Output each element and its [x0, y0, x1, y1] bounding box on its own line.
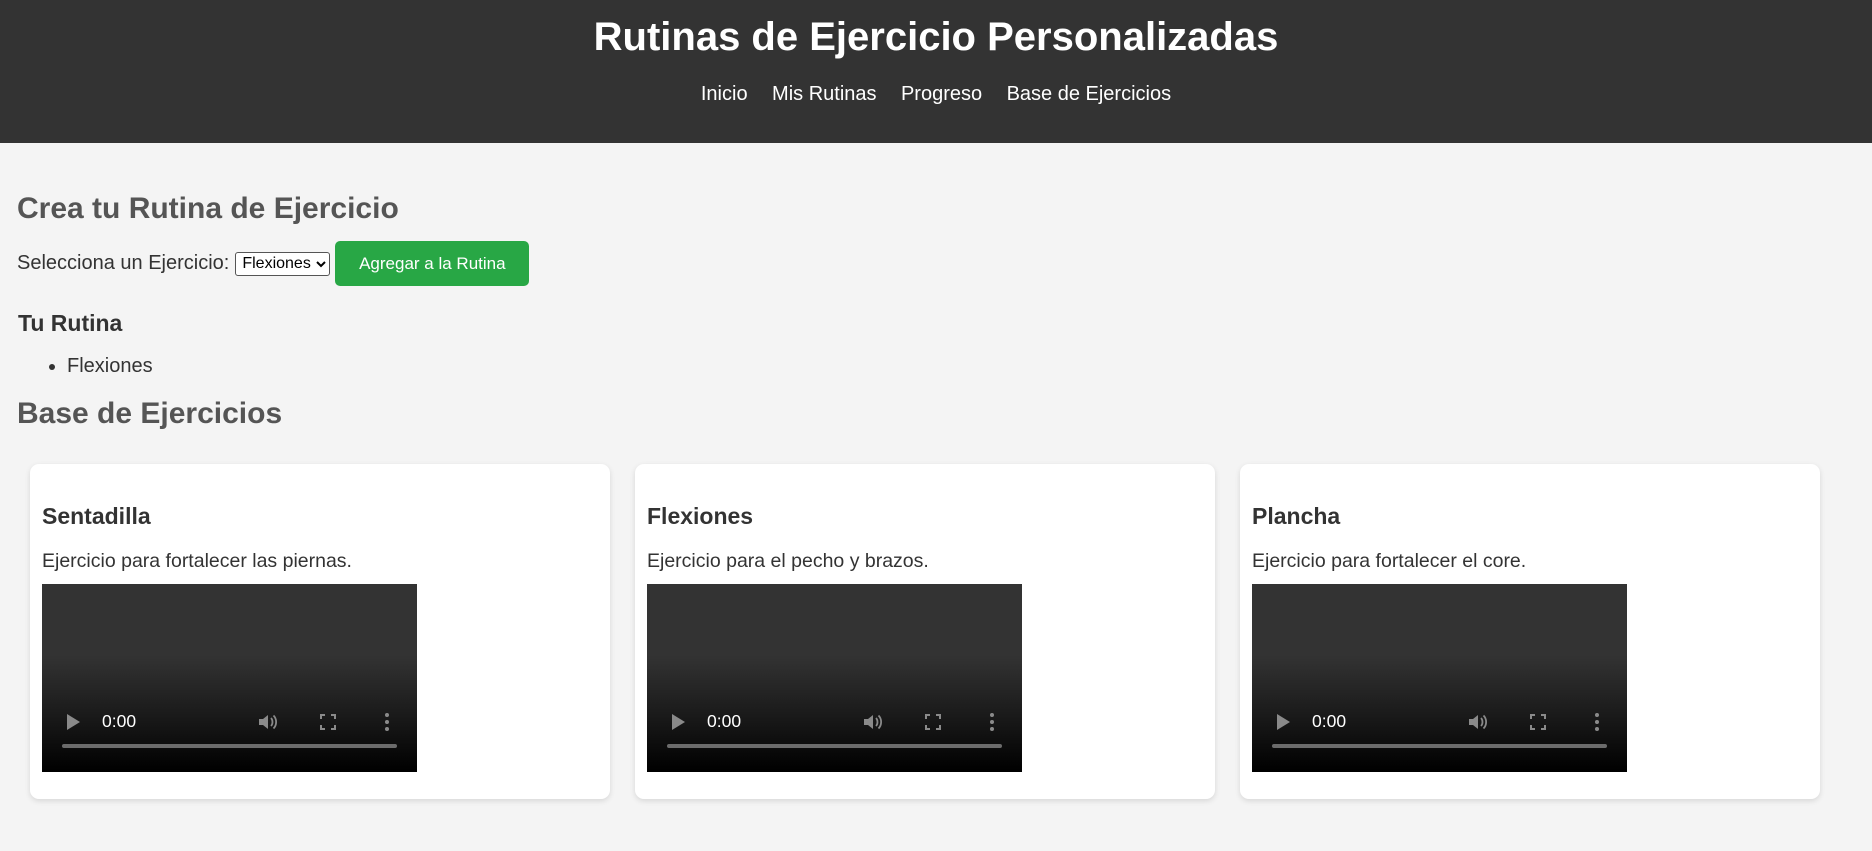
fullscreen-icon[interactable]: [1530, 714, 1546, 730]
exercise-card-title: Plancha: [1252, 503, 1341, 529]
routine-title: Tu Rutina: [18, 310, 123, 336]
fullscreen-icon[interactable]: [320, 714, 336, 730]
video-controls: 0:00: [1252, 710, 1627, 734]
more-options-icon[interactable]: [384, 712, 390, 732]
volume-icon[interactable]: [257, 712, 279, 732]
nav-link-base-de-ejercicios[interactable]: Base de Ejercicios: [1007, 83, 1172, 105]
exercise-database-title: Base de Ejercicios: [17, 397, 283, 430]
nav-link-inicio[interactable]: Inicio: [701, 83, 748, 105]
routine-list-item: Flexiones: [67, 352, 1855, 380]
play-icon[interactable]: [1277, 714, 1290, 730]
play-icon[interactable]: [672, 714, 685, 730]
page-title: Rutinas de Ejercicio Personalizadas: [593, 15, 1279, 59]
exercise-card-description: Ejercicio para fortalecer el core.: [1252, 550, 1527, 572]
video-progress-bar[interactable]: [62, 744, 397, 748]
more-options-icon[interactable]: [1594, 712, 1600, 732]
exercise-video[interactable]: 0:00: [42, 584, 417, 772]
exercise-card-sentadilla: Sentadilla Ejercicio para fortalecer las…: [30, 464, 610, 799]
video-time: 0:00: [1312, 711, 1347, 731]
exercise-video[interactable]: 0:00: [647, 584, 1022, 772]
exercise-card-plancha: Plancha Ejercicio para fortalecer el cor…: [1240, 464, 1820, 799]
exercise-card-title: Sentadilla: [42, 503, 151, 529]
exercise-cards: Sentadilla Ejercicio para fortalecer las…: [30, 464, 1855, 799]
create-routine-title: Crea tu Rutina de Ejercicio: [17, 192, 399, 225]
exercise-card-flexiones: Flexiones Ejercicio para el pecho y braz…: [635, 464, 1215, 799]
nav-link-mis-rutinas[interactable]: Mis Rutinas: [772, 83, 876, 105]
exercise-card-description: Ejercicio para fortalecer las piernas.: [42, 550, 352, 572]
routine-list: Flexiones: [17, 352, 1855, 380]
main-content: Crea tu Rutina de Ejercicio Selecciona u…: [0, 143, 1872, 799]
video-time: 0:00: [707, 711, 742, 731]
exercise-form: Selecciona un Ejercicio: Flexiones Agreg…: [17, 241, 1855, 286]
video-progress-bar[interactable]: [667, 744, 1002, 748]
video-progress-bar[interactable]: [1272, 744, 1607, 748]
video-time: 0:00: [102, 711, 137, 731]
add-to-routine-button[interactable]: Agregar a la Rutina: [335, 241, 530, 286]
video-controls: 0:00: [647, 710, 1022, 734]
fullscreen-icon[interactable]: [925, 714, 941, 730]
video-controls: 0:00: [42, 710, 417, 734]
exercise-card-description: Ejercicio para el pecho y brazos.: [647, 550, 929, 572]
site-header: Rutinas de Ejercicio Personalizadas Inic…: [0, 0, 1872, 143]
exercise-select-label: Selecciona un Ejercicio:: [17, 252, 230, 274]
more-options-icon[interactable]: [989, 712, 995, 732]
play-icon[interactable]: [67, 714, 80, 730]
volume-icon[interactable]: [862, 712, 884, 732]
exercise-card-title: Flexiones: [647, 503, 754, 529]
exercise-select[interactable]: Flexiones: [235, 251, 331, 276]
main-nav: Inicio Mis Rutinas Progreso Base de Ejer…: [0, 83, 1872, 106]
volume-icon[interactable]: [1467, 712, 1489, 732]
exercise-video[interactable]: 0:00: [1252, 584, 1627, 772]
nav-link-progreso[interactable]: Progreso: [901, 83, 982, 105]
